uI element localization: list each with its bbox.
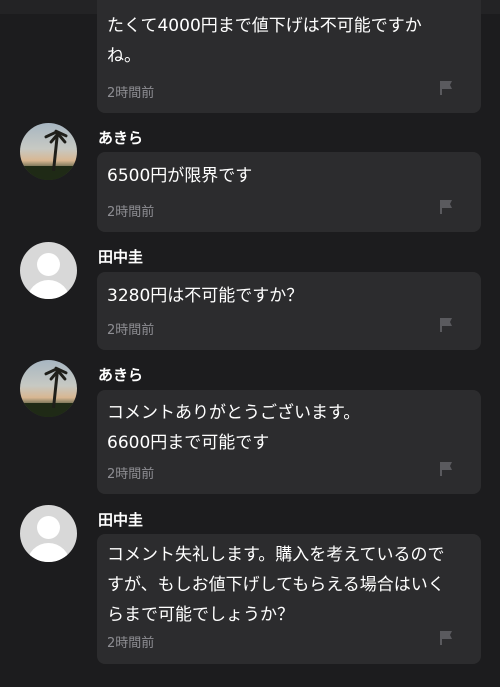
report-flag-icon[interactable] bbox=[438, 317, 454, 333]
username[interactable]: あきら bbox=[98, 364, 143, 385]
comment-timestamp: 2時間前 bbox=[107, 86, 155, 101]
comment-feed: たくて4000円まで値下げは不可能ですか ね。 2時間前 あきら 6500円が限… bbox=[0, 0, 500, 687]
user-avatar[interactable] bbox=[20, 242, 77, 299]
comment-text: コメント失礼します。購入を考えているので すが、もしお値下げしてもらえる場合はい… bbox=[107, 545, 445, 625]
comment-timestamp: 2時間前 bbox=[107, 323, 155, 338]
comment-timestamp: 2時間前 bbox=[107, 467, 155, 482]
comment-bubble: 6500円が限界です 2時間前 bbox=[97, 152, 481, 232]
username[interactable]: 田中圭 bbox=[98, 509, 143, 530]
comment-bubble: 3280円は不可能ですか？ 2時間前 bbox=[97, 272, 481, 350]
comment-timestamp: 2時間前 bbox=[107, 636, 155, 651]
comment-timestamp: 2時間前 bbox=[107, 205, 155, 220]
comment-text: 3280円は不可能ですか？ bbox=[107, 286, 304, 306]
report-flag-icon[interactable] bbox=[438, 461, 454, 477]
report-flag-icon[interactable] bbox=[438, 80, 454, 96]
comment-text: 6500円が限界です bbox=[107, 166, 253, 186]
comment-bubble: たくて4000円まで値下げは不可能ですか ね。 2時間前 bbox=[97, 0, 481, 113]
username[interactable]: あきら bbox=[98, 127, 143, 148]
comment-text: コメントありがとうございます。 6600円まで可能です bbox=[107, 403, 361, 453]
comment-text: たくて4000円まで値下げは不可能ですか ね。 bbox=[107, 16, 422, 66]
comment-bubble: コメント失礼します。購入を考えているので すが、もしお値下げしてもらえる場合はい… bbox=[97, 534, 481, 664]
username[interactable]: 田中圭 bbox=[98, 246, 143, 267]
comment-bubble: コメントありがとうございます。 6600円まで可能です 2時間前 bbox=[97, 390, 481, 494]
report-flag-icon[interactable] bbox=[438, 199, 454, 215]
user-avatar[interactable] bbox=[20, 123, 77, 180]
user-avatar[interactable] bbox=[20, 505, 77, 562]
user-avatar[interactable] bbox=[20, 360, 77, 417]
report-flag-icon[interactable] bbox=[438, 630, 454, 646]
